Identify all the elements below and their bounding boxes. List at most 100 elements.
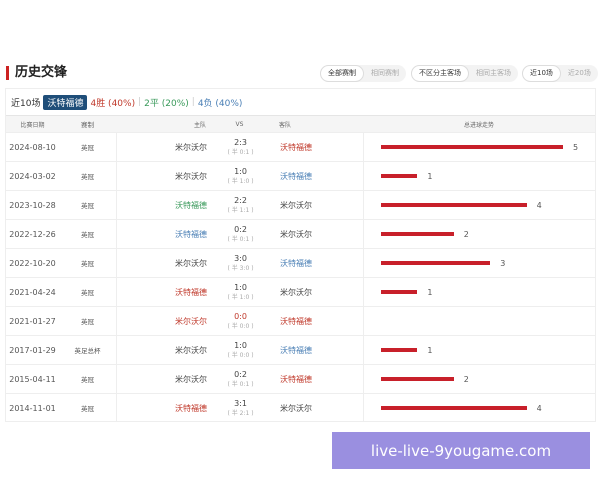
match-date: 2023-10-28 <box>9 200 56 210</box>
goals-count: 5 <box>573 142 579 152</box>
half-time-score: ( 半 0:1 ) <box>227 236 254 243</box>
goals-count: 2 <box>463 374 469 384</box>
filter-all-competitions[interactable]: 全部赛制 <box>320 65 364 82</box>
away-team[interactable]: 沃特福德 <box>274 162 364 190</box>
competition: 英冠 <box>59 191 117 219</box>
goals-bar <box>381 232 454 236</box>
table-row: 2023-10-28 英冠 沃特福德 2:2 ( 半 1:1 ) 米尔沃尔 4 <box>6 190 595 219</box>
home-team[interactable]: 沃特福德 <box>117 403 207 414</box>
away-team[interactable]: 沃特福德 <box>274 133 364 161</box>
table-row: 2021-04-24 英冠 沃特福德 1:0 ( 半 1:0 ) 米尔沃尔 1 <box>6 277 595 306</box>
half-time-score: ( 半 3:0 ) <box>227 265 254 272</box>
full-time-score: 1:0 <box>234 341 247 350</box>
score: 3:0 ( 半 3:0 ) <box>207 254 274 272</box>
h2h-table: 近10场 沃特福德 4胜 (40%) | 2平 (20%) | 4负 (40%)… <box>5 88 596 422</box>
table-row: 2017-01-29 英足总杯 米尔沃尔 1:0 ( 半 0:0 ) 沃特福德 1 <box>6 335 595 364</box>
match-date: 2021-04-24 <box>9 287 56 297</box>
home-team[interactable]: 沃特福德 <box>117 287 207 298</box>
home-team[interactable]: 米尔沃尔 <box>117 345 207 356</box>
team-tag: 沃特福德 <box>43 94 88 110</box>
header-goals-trend: 总进球走势 <box>463 121 494 129</box>
home-team[interactable]: 米尔沃尔 <box>117 374 207 385</box>
goals-count: 1 <box>427 287 433 297</box>
table-row: 2021-01-27 英冠 米尔沃尔 0:0 ( 半 0:0 ) 沃特福德 <box>6 306 595 335</box>
home-team[interactable]: 米尔沃尔 <box>117 171 207 182</box>
competition: 英冠 <box>59 365 117 393</box>
full-time-score: 0:2 <box>234 370 247 379</box>
away-team[interactable]: 米尔沃尔 <box>274 394 364 422</box>
goals-trend: 1 <box>364 172 595 181</box>
full-time-score: 3:1 <box>234 399 247 408</box>
goals-trend: 1 <box>364 346 595 355</box>
score: 0:2 ( 半 0:1 ) <box>207 370 274 388</box>
goals-bar <box>381 406 527 410</box>
half-time-score: ( 半 0:0 ) <box>227 323 254 330</box>
goals-bar <box>381 145 563 149</box>
filter-last-10[interactable]: 近10场 <box>522 65 561 82</box>
goals-count: 1 <box>427 345 433 355</box>
summary: 近10场 沃特福德 4胜 (40%) | 2平 (20%) | 4负 (40%) <box>6 89 595 115</box>
away-team[interactable]: 沃特福德 <box>274 307 364 335</box>
home-team[interactable]: 沃特福德 <box>117 229 207 240</box>
filter-any-venue[interactable]: 不区分主客场 <box>411 65 469 82</box>
half-time-score: ( 半 0:0 ) <box>227 352 254 359</box>
score: 2:3 ( 半 0:1 ) <box>207 138 274 156</box>
table-row: 2024-03-02 英冠 米尔沃尔 1:0 ( 半 1:0 ) 沃特福德 1 <box>6 161 595 190</box>
goals-trend: 1 <box>364 288 595 297</box>
away-team[interactable]: 米尔沃尔 <box>274 191 364 219</box>
full-time-score: 0:2 <box>234 225 247 234</box>
section-title: 历史交锋 <box>6 66 67 80</box>
home-team[interactable]: 米尔沃尔 <box>117 258 207 269</box>
score: 0:0 ( 半 0:0 ) <box>207 312 274 330</box>
separator: | <box>138 97 142 107</box>
goals-count: 4 <box>536 403 542 413</box>
competition: 英冠 <box>59 394 117 422</box>
table-row: 2022-12-26 英冠 沃特福德 0:2 ( 半 0:1 ) 米尔沃尔 2 <box>6 219 595 248</box>
venue-filter: 不区分主客场 相同主客场 <box>411 65 518 82</box>
filter-same-venue[interactable]: 相同主客场 <box>469 66 518 81</box>
filter-same-competition[interactable]: 相同赛制 <box>364 66 406 81</box>
count-filter: 近10场 近20场 <box>522 65 598 82</box>
half-time-score: ( 半 1:0 ) <box>227 178 254 185</box>
full-time-score: 2:3 <box>234 138 247 147</box>
away-team[interactable]: 米尔沃尔 <box>274 278 364 306</box>
header-date: 比赛日期 <box>20 121 45 129</box>
home-team[interactable]: 米尔沃尔 <box>117 316 207 327</box>
score: 1:0 ( 半 1:0 ) <box>207 167 274 185</box>
match-date: 2014-11-01 <box>9 403 56 413</box>
filter-last-20[interactable]: 近20场 <box>561 66 598 81</box>
table-header: 比赛日期 赛制 主队 VS 客队 总进球走势 <box>6 115 595 132</box>
score: 2:2 ( 半 1:1 ) <box>207 196 274 214</box>
competition: 英冠 <box>59 162 117 190</box>
score: 0:2 ( 半 0:1 ) <box>207 225 274 243</box>
half-time-score: ( 半 1:1 ) <box>227 207 254 214</box>
home-team[interactable]: 米尔沃尔 <box>117 142 207 153</box>
match-date: 2024-03-02 <box>9 171 56 181</box>
match-date: 2015-04-11 <box>9 374 56 384</box>
loss-stat: 4负 (40%) <box>197 98 243 109</box>
table-row: 2015-04-11 英冠 米尔沃尔 0:2 ( 半 0:1 ) 沃特福德 2 <box>6 364 595 393</box>
goals-trend: 2 <box>364 375 595 384</box>
match-date: 2017-01-29 <box>9 345 56 355</box>
competition: 英冠 <box>59 278 117 306</box>
goals-count: 2 <box>463 229 469 239</box>
table-row: 2024-08-10 英冠 米尔沃尔 2:3 ( 半 0:1 ) 沃特福德 5 <box>6 132 595 161</box>
half-time-score: ( 半 0:1 ) <box>227 381 254 388</box>
score: 3:1 ( 半 2:1 ) <box>207 399 274 417</box>
away-team[interactable]: 沃特福德 <box>274 249 364 277</box>
full-time-score: 3:0 <box>234 254 247 263</box>
goals-bar <box>381 261 491 265</box>
home-team[interactable]: 沃特福德 <box>117 200 207 211</box>
win-stat: 4胜 (40%) <box>90 98 136 109</box>
match-date: 2024-08-10 <box>9 142 56 152</box>
table-row: 2014-11-01 英冠 沃特福德 3:1 ( 半 2:1 ) 米尔沃尔 4 <box>6 393 595 422</box>
half-time-score: ( 半 1:0 ) <box>227 294 254 301</box>
away-team[interactable]: 沃特福德 <box>274 336 364 364</box>
away-team[interactable]: 沃特福德 <box>274 365 364 393</box>
away-team[interactable]: 米尔沃尔 <box>274 220 364 248</box>
match-date: 2022-10-20 <box>9 258 56 268</box>
half-time-score: ( 半 2:1 ) <box>227 410 254 417</box>
score: 1:0 ( 半 0:0 ) <box>207 341 274 359</box>
match-date: 2021-01-27 <box>9 316 56 326</box>
competition: 英足总杯 <box>59 336 117 364</box>
